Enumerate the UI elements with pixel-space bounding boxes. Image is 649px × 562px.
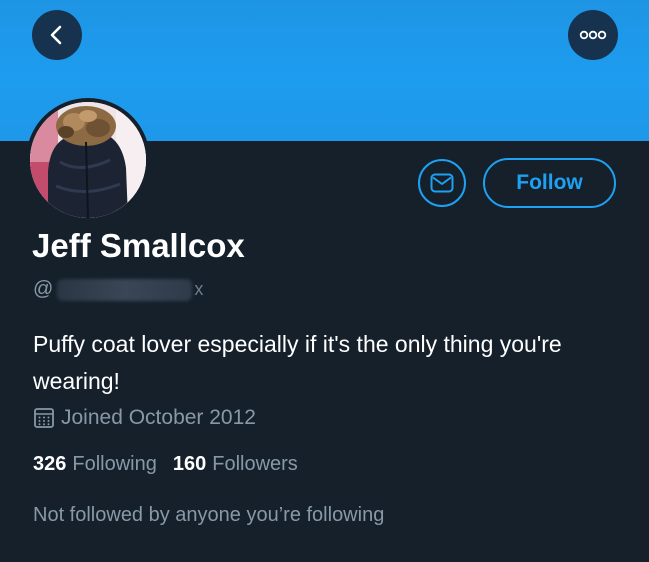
joined-date: Joined October 2012 (33, 406, 256, 430)
more-options-button[interactable] (568, 10, 618, 60)
following-count: 326 (33, 453, 67, 475)
handle: @ x (33, 278, 203, 301)
followers-link[interactable]: 160 Followers (173, 453, 298, 476)
avatar-photo (30, 102, 146, 218)
display-name: Jeff Smallcox (32, 227, 245, 264)
following-label: Following (72, 453, 157, 475)
avatar[interactable] (26, 98, 150, 222)
followers-count: 160 (172, 453, 207, 475)
chevron-left-icon (50, 25, 62, 45)
mutual-followers-text: Not followed by anyone you’re following (33, 504, 385, 526)
envelope-icon (430, 173, 454, 193)
message-button[interactable] (418, 159, 466, 207)
following-link[interactable]: 326 Following (33, 453, 157, 476)
handle-at-sign: @ (33, 278, 54, 300)
bio: Puffy coat lover especially if it's the … (33, 331, 562, 394)
redacted-handle (57, 278, 193, 301)
handle-tail: x (194, 279, 204, 299)
follow-stats: 326 Following 160 Followers (33, 453, 298, 476)
followers-label: Followers (212, 453, 298, 475)
back-button[interactable] (32, 10, 82, 60)
calendar-icon (34, 408, 54, 428)
more-dots-icon (579, 30, 607, 40)
follow-button[interactable]: Follow (483, 158, 616, 208)
joined-text: Joined October 2012 (61, 406, 256, 429)
